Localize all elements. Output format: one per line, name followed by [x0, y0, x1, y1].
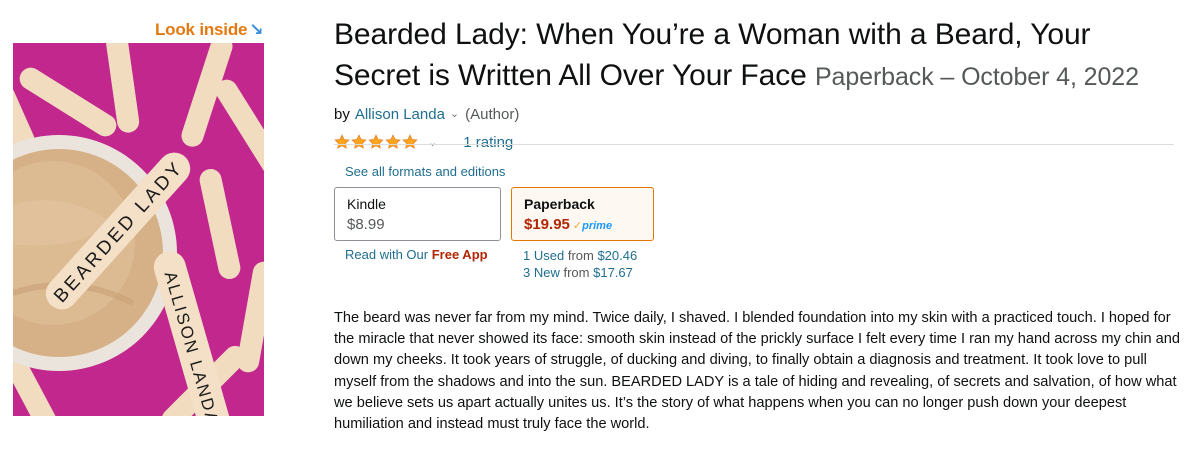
product-title: Bearded Lady: When You’re a Woman with a… — [334, 14, 1174, 98]
used-offer-from: from — [567, 248, 594, 263]
look-inside-label: Look inside — [155, 20, 248, 39]
star-rating[interactable] — [334, 134, 418, 150]
rating-row: ⌄ 1 rating — [334, 131, 1174, 153]
free-app-link[interactable]: Free App — [432, 247, 488, 262]
star-icon — [368, 134, 384, 149]
book-cover-image[interactable]: BEARDED LADY ALLISON LANDA — [13, 43, 264, 416]
author-link[interactable]: Allison Landa — [355, 106, 445, 123]
star-icon — [351, 134, 367, 149]
read-with-free-app: Read with Our Free App — [345, 247, 488, 262]
used-offer-count[interactable]: 1 Used — [523, 248, 564, 263]
rating-chevron-down-icon[interactable]: ⌄ — [428, 136, 437, 149]
star-icon — [334, 134, 350, 149]
star-icon — [402, 134, 418, 149]
author-role: (Author) — [465, 106, 520, 123]
byline: by Allison Landa ⌄ (Author) — [334, 106, 1174, 123]
look-inside-link[interactable]: Look inside ↘ — [155, 20, 264, 40]
product-format-date: Paperback – October 4, 2022 — [814, 63, 1139, 91]
other-offers: 1 Used from $20.46 3 New from $17.67 — [523, 247, 637, 281]
section-divider — [334, 144, 1174, 145]
by-label: by — [334, 106, 350, 123]
format-price: $19.95 — [524, 216, 570, 233]
prime-badge: ✓prime — [573, 219, 612, 232]
new-offer-from: from — [563, 265, 590, 280]
read-with-prefix: Read with Our — [345, 247, 429, 262]
used-offer-price[interactable]: $20.46 — [597, 248, 637, 263]
prime-label: prime — [582, 220, 613, 232]
format-price: $8.99 — [347, 216, 385, 233]
book-description: The beard was never far from my mind. Tw… — [334, 310, 1181, 433]
book-cover-art: BEARDED LADY ALLISON LANDA — [13, 43, 264, 416]
format-option-kindle[interactable]: Kindle $8.99 — [334, 187, 501, 241]
format-name: Paperback — [524, 196, 595, 212]
see-all-formats-link[interactable]: See all formats and editions — [345, 164, 505, 179]
format-option-paperback[interactable]: Paperback $19.95 ✓prime — [511, 187, 654, 241]
used-offer[interactable]: 1 Used from $20.46 — [523, 247, 637, 264]
product-details: Bearded Lady: When You’re a Woman with a… — [334, 14, 1174, 153]
new-offer-price[interactable]: $17.67 — [593, 265, 633, 280]
author-chevron-down-icon[interactable]: ⌄ — [450, 107, 459, 120]
star-icon — [385, 134, 401, 149]
prime-check-icon: ✓ — [572, 220, 583, 232]
rating-count-link[interactable]: 1 rating — [463, 134, 513, 151]
format-name: Kindle — [347, 196, 386, 212]
look-inside-arrow-icon: ↘ — [249, 20, 264, 39]
new-offer-count[interactable]: 3 New — [523, 265, 560, 280]
new-offer[interactable]: 3 New from $17.67 — [523, 264, 637, 281]
